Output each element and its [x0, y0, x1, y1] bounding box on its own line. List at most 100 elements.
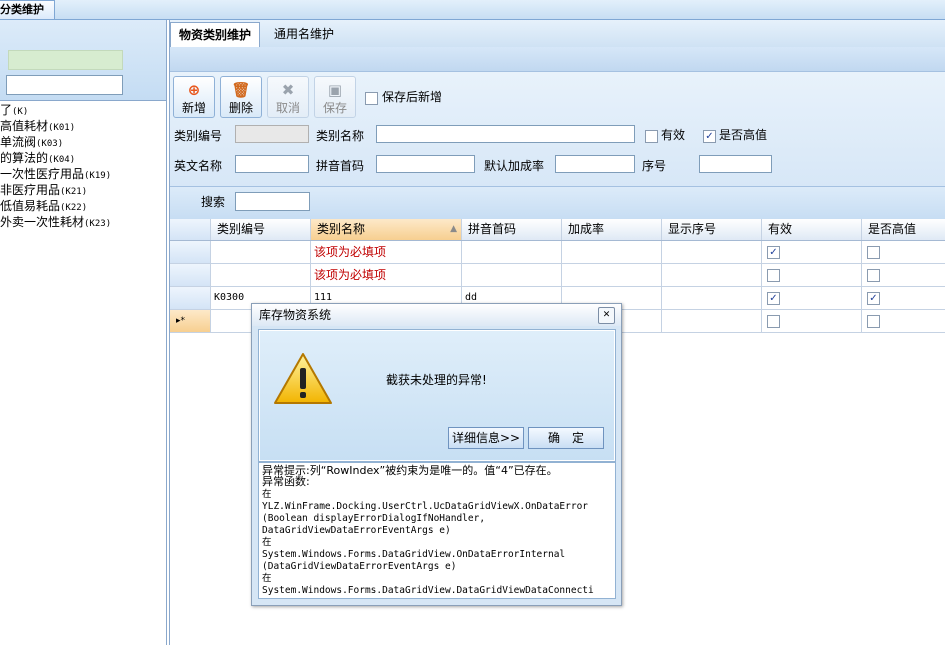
high-value-label: 是否高值: [719, 128, 768, 142]
valid-checkbox[interactable]: ✓: [767, 246, 780, 259]
valid-checkbox[interactable]: [767, 269, 780, 282]
search-label: 搜索: [201, 195, 226, 209]
cell-seq[interactable]: [662, 241, 762, 263]
row-header[interactable]: [170, 287, 211, 309]
tree-node[interactable]: 低值易耗品(K22): [0, 198, 166, 214]
cell-pinyin[interactable]: [462, 241, 562, 263]
category-code-label: 类别编号: [174, 129, 223, 143]
detail-line: System.Windows.Forms.DataGridView.OnData…: [262, 549, 566, 560]
row-header[interactable]: [170, 264, 211, 286]
tab-generic-name[interactable]: 通用名维护: [266, 22, 342, 46]
valid-checkbox[interactable]: [767, 315, 780, 328]
valid-checkbox[interactable]: ✓: [767, 292, 780, 305]
warning-icon: [274, 353, 332, 404]
row-header[interactable]: ▸*: [170, 310, 211, 332]
floppy-icon: ▣: [327, 81, 343, 99]
column-header[interactable]: 拼音首码: [462, 219, 562, 240]
tree-node[interactable]: 的算法的(K04): [0, 150, 166, 166]
dialog-message: 截获未处理的异常!: [386, 373, 487, 387]
cell-valid: ✓: [762, 241, 862, 263]
trash-icon: 🗑: [231, 81, 251, 99]
dialog-title: 库存物资系统: [252, 304, 621, 326]
pinyin-field[interactable]: [376, 155, 475, 173]
grid-header: 类别编号 类别名称 ▲ 拼音首码 加成率 显示序号 有效 是否高值: [170, 219, 945, 241]
cell-code[interactable]: [211, 264, 311, 286]
document-tab-category-maintenance[interactable]: 分类维护: [0, 0, 55, 19]
delete-button[interactable]: 🗑 删除: [220, 76, 262, 118]
exception-details[interactable]: 异常提示:列“RowIndex”被约束为是唯一的。值“4”已存在。 异常函数: …: [258, 462, 616, 599]
cancel-button[interactable]: ✖ 取消: [267, 76, 309, 118]
english-name-field[interactable]: [235, 155, 309, 173]
cell-high: [862, 241, 945, 263]
tree-node[interactable]: 外卖一次性耗材(K23): [0, 214, 166, 230]
cell-seq[interactable]: [662, 264, 762, 286]
cell-rate[interactable]: [562, 264, 662, 286]
tree-node[interactable]: 非医疗用品(K21): [0, 182, 166, 198]
search-input[interactable]: [235, 192, 310, 211]
tree-filter-area: [0, 20, 166, 101]
sort-arrow-icon: ▲: [450, 224, 457, 234]
valid-label: 有效: [661, 128, 686, 142]
add-button[interactable]: ⊕ 新增: [173, 76, 215, 118]
cell-name[interactable]: 该项为必填项: [311, 241, 462, 263]
cell-valid: [762, 310, 862, 332]
cell-rate[interactable]: [562, 241, 662, 263]
column-header[interactable]: 类别编号: [211, 219, 311, 240]
tab-content-header: [170, 47, 945, 72]
detail-line: (Boolean displayErrorDialogIfNoHandler,: [262, 513, 486, 524]
column-header[interactable]: 是否高值: [862, 219, 945, 240]
tree-node[interactable]: 了(K): [0, 102, 166, 118]
category-name-field[interactable]: [376, 125, 635, 143]
cell-seq[interactable]: [662, 310, 762, 332]
tree-search-input[interactable]: [6, 75, 123, 95]
table-row[interactable]: 该项为必填项: [170, 264, 945, 287]
column-header[interactable]: 加成率: [562, 219, 662, 240]
details-button[interactable]: 详细信息>>: [448, 427, 524, 449]
search-bar: 搜索: [170, 186, 945, 220]
close-icon[interactable]: ✕: [598, 307, 615, 324]
dialog-message-area: 截获未处理的异常! 详细信息>> 确 定: [260, 331, 614, 460]
document-tab-bar: 分类维护: [0, 0, 945, 20]
high-value-checkbox[interactable]: ✓: [867, 292, 880, 305]
high-value-checkbox[interactable]: [867, 246, 880, 259]
cell-high: [862, 310, 945, 332]
column-header[interactable]: 显示序号: [662, 219, 762, 240]
cell-code[interactable]: [211, 241, 311, 263]
cell-high: [862, 264, 945, 286]
cell-valid: [762, 264, 862, 286]
high-value-checkbox[interactable]: [867, 269, 880, 282]
tree-node[interactable]: 一次性医疗用品(K19): [0, 166, 166, 182]
sequence-field[interactable]: [699, 155, 772, 173]
detail-line: DataGridViewDataErrorEventArgs e): [262, 525, 451, 536]
table-row[interactable]: 该项为必填项 ✓: [170, 241, 945, 264]
markup-rate-label: 默认加成率: [484, 159, 545, 173]
tree-node[interactable]: 高值耗材(K01): [0, 118, 166, 134]
column-header-sorted[interactable]: 类别名称 ▲: [311, 219, 462, 240]
tree-filter-combo[interactable]: [8, 50, 123, 70]
category-tree-panel: 了(K) 高值耗材(K01) 单流阀(K03) 的算法的(K04) 一次性医疗用…: [0, 20, 167, 645]
cell-high: ✓: [862, 287, 945, 309]
high-value-checkbox[interactable]: ✓: [703, 130, 716, 143]
add-circle-icon: ⊕: [187, 81, 201, 99]
save-then-add-checkbox[interactable]: [365, 92, 378, 105]
row-header[interactable]: [170, 241, 211, 263]
save-button[interactable]: ▣ 保存: [314, 76, 356, 118]
grid-corner[interactable]: [170, 219, 211, 240]
category-tree[interactable]: 了(K) 高值耗材(K01) 单流阀(K03) 的算法的(K04) 一次性医疗用…: [0, 102, 166, 230]
detail-line: 异常函数:: [262, 475, 310, 488]
english-name-label: 英文名称: [174, 159, 223, 173]
cell-name[interactable]: 该项为必填项: [311, 264, 462, 286]
category-code-field[interactable]: [235, 125, 309, 143]
tab-material-category[interactable]: 物资类别维护: [170, 22, 261, 48]
markup-rate-field[interactable]: [555, 155, 635, 173]
column-header[interactable]: 有效: [762, 219, 862, 240]
module-tabs: 物资类别维护 通用名维护: [170, 20, 945, 48]
cell-pinyin[interactable]: [462, 264, 562, 286]
detail-line: 在: [262, 537, 272, 548]
ok-button[interactable]: 确 定: [528, 427, 604, 449]
high-value-checkbox[interactable]: [867, 315, 880, 328]
cell-seq[interactable]: [662, 287, 762, 309]
valid-checkbox[interactable]: [645, 130, 658, 143]
x-icon: ✖: [281, 81, 295, 99]
tree-node[interactable]: 单流阀(K03): [0, 134, 166, 150]
